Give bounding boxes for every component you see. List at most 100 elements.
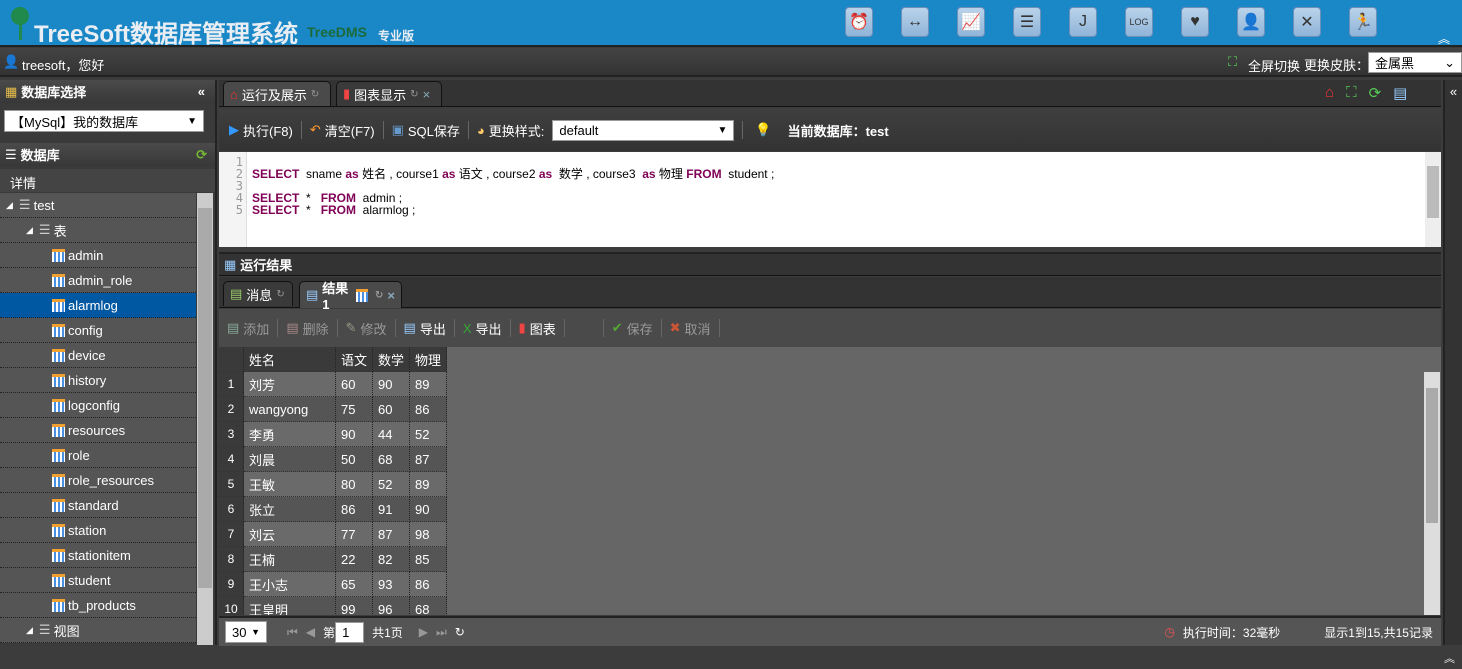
home-icon[interactable]: ⌂ bbox=[1325, 84, 1334, 102]
first-page-icon[interactable]: ⏮ bbox=[287, 625, 298, 640]
table-cell[interactable]: 65 bbox=[336, 572, 373, 597]
runner-icon[interactable]: 🏃 bbox=[1349, 7, 1377, 37]
column-header[interactable]: 语文 bbox=[336, 347, 373, 372]
table-cell[interactable]: 80 bbox=[336, 472, 373, 497]
fullscreen-icon[interactable]: ⛶ bbox=[1228, 54, 1237, 70]
style-select[interactable]: default ▼ bbox=[552, 119, 735, 141]
table-cell[interactable]: 王敏 bbox=[244, 472, 336, 497]
reload-icon[interactable]: ↻ bbox=[276, 289, 284, 300]
close-icon[interactable]: × bbox=[423, 87, 431, 102]
table-cell[interactable]: 李勇 bbox=[244, 422, 336, 447]
db-select[interactable]: 【MySql】我的数据库 ▼ bbox=[4, 110, 204, 132]
table-cell[interactable]: 王楠 bbox=[244, 547, 336, 572]
table-cell[interactable]: 22 bbox=[336, 547, 373, 572]
tree-item[interactable]: role_resources bbox=[0, 468, 196, 493]
table-cell[interactable]: 52 bbox=[410, 422, 447, 447]
table-cell[interactable]: 86 bbox=[410, 397, 447, 422]
column-header[interactable]: 物理 bbox=[410, 347, 447, 372]
table-cell[interactable]: 89 bbox=[410, 472, 447, 497]
reload-icon[interactable]: ↻ bbox=[311, 89, 319, 100]
table-cell[interactable]: 89 bbox=[410, 372, 447, 397]
collapse-bottom-icon[interactable]: ︽ bbox=[1444, 650, 1455, 666]
reload-icon[interactable]: ↻ bbox=[375, 290, 383, 301]
tree-item[interactable]: admin bbox=[0, 243, 196, 268]
refresh-icon[interactable]: ↻ bbox=[455, 625, 465, 639]
tree-item[interactable]: config bbox=[0, 318, 196, 343]
collapse-left-icon[interactable]: « bbox=[198, 84, 205, 99]
page-input[interactable]: 1 bbox=[335, 621, 365, 643]
skin-select[interactable]: 金属黑 ⌄ bbox=[1368, 52, 1462, 73]
refresh-icon[interactable]: ⟳ bbox=[196, 147, 207, 163]
refresh-icon[interactable]: ⟳ bbox=[1369, 84, 1382, 102]
edit-button[interactable]: ✎ 修改 bbox=[346, 319, 387, 338]
arrows-icon[interactable]: ↔ bbox=[901, 7, 929, 37]
tree-item[interactable]: logconfig bbox=[0, 393, 196, 418]
fullscreen-toggle[interactable]: 全屏切换 bbox=[1248, 56, 1300, 75]
last-page-icon[interactable]: ⏭ bbox=[436, 625, 447, 640]
table-cell[interactable]: 90 bbox=[336, 422, 373, 447]
table-cell[interactable]: 93 bbox=[373, 572, 410, 597]
table-cell[interactable]: 王皇明 bbox=[244, 597, 336, 615]
tree-item[interactable]: standard bbox=[0, 493, 196, 518]
reload-icon[interactable]: ↻ bbox=[410, 89, 418, 100]
table-cell[interactable]: 91 bbox=[373, 497, 410, 522]
table-cell[interactable]: 60 bbox=[373, 397, 410, 422]
database-icon[interactable]: ☰ bbox=[1013, 7, 1041, 37]
table-cell[interactable]: 90 bbox=[410, 497, 447, 522]
tab-messages[interactable]: ▤ 消息 ↻ bbox=[223, 281, 293, 306]
tree-item[interactable]: stationitem bbox=[0, 543, 196, 568]
tree-item[interactable]: tb_products bbox=[0, 593, 196, 618]
check-button[interactable]: ✔ 保存 bbox=[612, 319, 653, 338]
table-cell[interactable]: 99 bbox=[336, 597, 373, 615]
run-button[interactable]: ▶ 执行(F8) bbox=[229, 121, 293, 140]
table-cell[interactable]: 60 bbox=[336, 372, 373, 397]
table-cell[interactable]: 82 bbox=[373, 547, 410, 572]
column-header[interactable]: 数学 bbox=[373, 347, 410, 372]
table-cell[interactable]: 75 bbox=[336, 397, 373, 422]
clear-button[interactable]: ↶ 清空(F7) bbox=[310, 121, 375, 140]
tools-icon[interactable]: ✕ bbox=[1293, 7, 1321, 37]
table-cell[interactable]: 68 bbox=[373, 447, 410, 472]
j-icon[interactable]: J bbox=[1069, 7, 1097, 37]
table-cell[interactable]: 刘芳 bbox=[244, 372, 336, 397]
collapse-right-icon[interactable]: « bbox=[1443, 80, 1462, 645]
table-cell[interactable]: 68 bbox=[410, 597, 447, 615]
add-button[interactable]: ▤ 添加 bbox=[227, 319, 269, 338]
tree-item[interactable]: ◢ ☰ test bbox=[0, 193, 196, 218]
table-cell[interactable]: 44 bbox=[373, 422, 410, 447]
expand-arrow-icon[interactable]: ◢ bbox=[26, 225, 33, 236]
table-cell[interactable]: 52 bbox=[373, 472, 410, 497]
expand-arrow-icon[interactable]: ◢ bbox=[26, 625, 33, 636]
prev-page-icon[interactable]: ◀ bbox=[306, 625, 315, 639]
table-cell[interactable]: 86 bbox=[410, 572, 447, 597]
chart-icon[interactable]: 📈 bbox=[957, 7, 985, 37]
tree-scrollbar[interactable] bbox=[197, 193, 213, 645]
tree-item[interactable]: ◢ ☰ 视图 bbox=[0, 618, 196, 643]
tab-run[interactable]: ⌂ 运行及展示 ↻ bbox=[223, 81, 331, 106]
table-cell[interactable]: 张立 bbox=[244, 497, 336, 522]
tree-item[interactable]: ◢ ☰ 表 bbox=[0, 218, 196, 243]
editor-scrollbar[interactable] bbox=[1425, 152, 1441, 247]
table-cell[interactable]: 96 bbox=[373, 597, 410, 615]
grid-scrollbar[interactable] bbox=[1424, 372, 1440, 615]
table-cell[interactable]: 刘晨 bbox=[244, 447, 336, 472]
close-icon[interactable]: × bbox=[387, 288, 395, 303]
delete-button[interactable]: ▤ 删除 bbox=[286, 319, 328, 338]
table-cell[interactable]: 98 bbox=[410, 522, 447, 547]
table-cell[interactable]: 85 bbox=[410, 547, 447, 572]
cancel-button[interactable]: ✖ 取消 bbox=[670, 319, 711, 338]
sql-editor[interactable]: 12345 SELECT sname as 姓名 , course1 as 语文… bbox=[219, 152, 1441, 247]
tree-item[interactable]: alarmlog bbox=[0, 293, 196, 318]
tree-item[interactable]: history bbox=[0, 368, 196, 393]
tree-item[interactable]: station bbox=[0, 518, 196, 543]
user-icon[interactable]: 👤 bbox=[1237, 7, 1265, 37]
table-cell[interactable]: wangyong bbox=[244, 397, 336, 422]
window-icon[interactable]: ▤ bbox=[1393, 84, 1407, 102]
export-button[interactable]: ▤ 导出 bbox=[404, 319, 446, 338]
table-cell[interactable]: 刘云 bbox=[244, 522, 336, 547]
tree-item[interactable]: admin_role bbox=[0, 268, 196, 293]
clock-icon[interactable]: ⏰ bbox=[845, 7, 873, 37]
table-cell[interactable]: 50 bbox=[336, 447, 373, 472]
excel-button[interactable]: X 导出 bbox=[463, 319, 502, 338]
tree-item[interactable]: resources bbox=[0, 418, 196, 443]
